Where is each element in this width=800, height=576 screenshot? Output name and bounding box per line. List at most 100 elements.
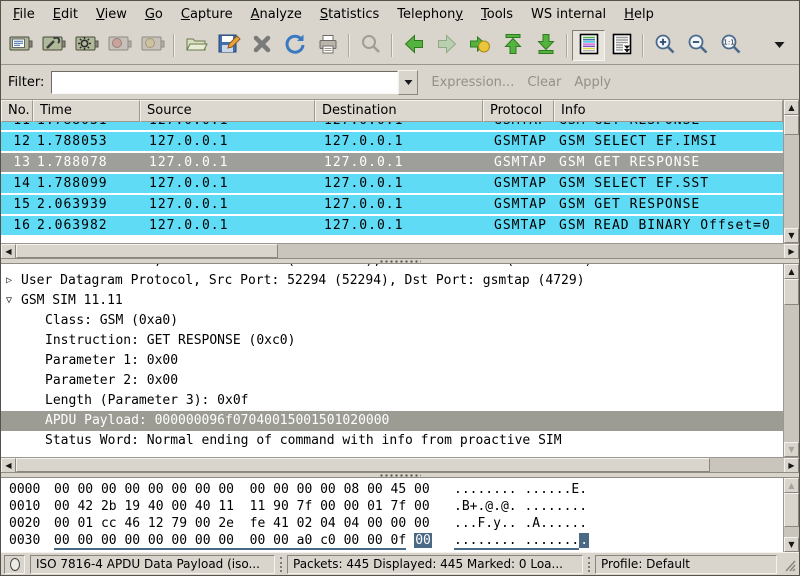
detail-row[interactable]: Status Word: Normal ending of command wi… [1, 431, 783, 451]
detail-row[interactable]: Internet Protocol, Src: 127.0.0.1 (127.0… [1, 264, 783, 271]
scroll-left-button[interactable]: ◀ [1, 458, 16, 472]
hex-row[interactable]: 000000 00 00 00 00 00 00 00 00 00 00 00 … [9, 481, 783, 498]
detail-row[interactable]: GSM SIM 11.11 [1, 291, 783, 311]
close-file-button[interactable] [245, 30, 278, 61]
hex-row[interactable]: 003000 00 00 00 00 00 00 00 00 00 a0 c0 … [9, 532, 783, 549]
clear-button[interactable]: Clear [527, 75, 561, 90]
scroll-down-button[interactable]: ▼ [784, 537, 799, 552]
scroll-right-button[interactable]: ▶ [784, 458, 799, 472]
go-to-packet-button[interactable] [463, 30, 496, 61]
go-back-button[interactable] [397, 30, 430, 61]
filter-input[interactable] [51, 71, 398, 94]
packet-row[interactable]: 16 2.063982 127.0.0.1 127.0.0.1 GSMTAP G… [1, 216, 783, 235]
column-header-source[interactable]: Source [140, 100, 315, 122]
packet-row[interactable]: 11 1.788031 127.0.0.1 127.0.0.1 GSMTAP G… [1, 122, 783, 130]
details-vscrollbar[interactable]: ▲ ▼ [783, 264, 799, 457]
close-icon [250, 32, 274, 60]
menu-tools[interactable]: Tools [472, 3, 522, 26]
capture-options-button[interactable] [37, 30, 70, 61]
column-header-protocol[interactable]: Protocol [483, 100, 554, 122]
save-file-button[interactable] [212, 30, 245, 61]
detail-row[interactable]: User Datagram Protocol, Src Port: 52294 … [1, 271, 783, 291]
packet-row[interactable]: 14 1.788099 127.0.0.1 127.0.0.1 GSMTAP G… [1, 174, 783, 193]
menu-file[interactable]: File [4, 3, 44, 26]
scrollbar-thumb[interactable] [784, 493, 799, 527]
column-header-no[interactable]: No. [1, 100, 33, 122]
open-file-button[interactable] [179, 30, 212, 61]
resize-grip[interactable] [782, 557, 796, 572]
scroll-down-button[interactable]: ▼ [784, 228, 799, 243]
print-button[interactable] [311, 30, 344, 61]
reload-button[interactable] [278, 30, 311, 61]
scroll-up-button[interactable]: ▲ [784, 478, 799, 493]
list-interfaces-button[interactable] [4, 30, 37, 61]
expander-expanded-icon[interactable] [6, 291, 20, 311]
scrollbar-track[interactable] [710, 458, 784, 472]
zoom-out-button[interactable] [681, 30, 714, 61]
filter-dropdown-button[interactable] [398, 70, 418, 95]
hex-vscrollbar[interactable]: ▲ ▼ [783, 478, 799, 552]
column-header-info[interactable]: Info [554, 100, 783, 122]
column-header-destination[interactable]: Destination [315, 100, 483, 122]
apply-button[interactable]: Apply [574, 75, 611, 90]
detail-row[interactable]: Instruction: GET RESPONSE (0xc0) [1, 331, 783, 351]
auto-scroll-button[interactable] [605, 30, 638, 61]
hex-dump-view: 000000 00 00 00 00 00 00 00 00 00 00 00 … [1, 478, 783, 552]
scroll-down-button[interactable]: ▼ [784, 442, 799, 457]
toolbar-overflow-button[interactable] [763, 30, 796, 61]
scroll-up-button[interactable]: ▲ [784, 100, 799, 115]
go-last-button[interactable] [529, 30, 562, 61]
hex-row[interactable]: 002000 01 cc 46 12 79 00 2e fe 41 02 04 … [9, 515, 783, 532]
colorize-button[interactable] [572, 30, 605, 61]
packet-list-vscrollbar[interactable]: ▲ ▼ [783, 100, 799, 243]
filter-bar: Filter: Expression... Clear Apply [1, 65, 799, 100]
menu-edit[interactable]: Edit [44, 3, 87, 26]
scroll-right-button[interactable]: ▶ [784, 244, 799, 259]
main-toolbar: 1:1 [1, 27, 799, 65]
capture-restart-button[interactable] [136, 30, 169, 61]
scrollbar-track[interactable] [278, 244, 784, 258]
scrollbar-thumb[interactable] [16, 244, 278, 258]
scrollbar-thumb[interactable] [784, 115, 799, 135]
scroll-left-button[interactable]: ◀ [1, 244, 16, 259]
scrollbar-thumb[interactable] [784, 279, 799, 305]
go-first-button[interactable] [496, 30, 529, 61]
go-forward-button[interactable] [430, 30, 463, 61]
menu-statistics[interactable]: Statistics [311, 3, 388, 26]
expression-button[interactable]: Expression... [431, 75, 514, 90]
menu-capture[interactable]: Capture [172, 3, 242, 26]
detail-row-selected[interactable]: APDU Payload: 000000096f0704001500150102… [1, 411, 783, 431]
menu-view[interactable]: View [87, 3, 136, 26]
detail-row[interactable]: Parameter 2: 0x00 [1, 371, 783, 391]
capture-start-button[interactable] [70, 30, 103, 61]
detail-row[interactable]: Parameter 1: 0x00 [1, 351, 783, 371]
packet-row[interactable]: 15 2.063939 127.0.0.1 127.0.0.1 GSMTAP G… [1, 195, 783, 214]
scroll-up-button[interactable]: ▲ [784, 264, 799, 279]
zoom-in-button[interactable] [648, 30, 681, 61]
details-hscrollbar[interactable]: ◀ ▶ [1, 457, 799, 472]
status-profile[interactable]: Profile: Default [595, 555, 777, 574]
capture-stop-button[interactable] [103, 30, 136, 61]
menu-ws-internal[interactable]: WS internal [522, 3, 615, 26]
expander-collapsed-icon[interactable] [6, 271, 20, 291]
scrollbar-track[interactable] [784, 527, 799, 537]
packet-list-hscrollbar[interactable]: ◀ ▶ [1, 243, 799, 258]
menu-help[interactable]: Help [615, 3, 663, 26]
hex-row[interactable]: 001000 42 2b 19 40 00 40 11 11 90 7f 00 … [9, 498, 783, 515]
find-packet-button[interactable] [354, 30, 387, 61]
packet-row[interactable]: 12 1.788053 127.0.0.1 127.0.0.1 GSMTAP G… [1, 132, 783, 151]
scrollbar-track[interactable] [784, 135, 799, 228]
zoom-normal-button[interactable]: 1:1 [714, 30, 747, 61]
menu-telephony[interactable]: Telephony [388, 3, 472, 26]
arrow-down-icon: ▼ [788, 232, 794, 240]
detail-row[interactable]: Class: GSM (0xa0) [1, 311, 783, 331]
scrollbar-track[interactable] [784, 305, 799, 442]
expander-collapsed-icon[interactable] [6, 264, 20, 271]
column-header-time[interactable]: Time [33, 100, 140, 122]
menu-go[interactable]: Go [136, 3, 172, 26]
expert-info-button[interactable] [4, 555, 25, 574]
scrollbar-thumb[interactable] [16, 458, 710, 472]
menu-analyze[interactable]: Analyze [242, 3, 311, 26]
detail-row[interactable]: Length (Parameter 3): 0x0f [1, 391, 783, 411]
packet-row-selected[interactable]: 13 1.788078 127.0.0.1 127.0.0.1 GSMTAP G… [1, 153, 783, 172]
